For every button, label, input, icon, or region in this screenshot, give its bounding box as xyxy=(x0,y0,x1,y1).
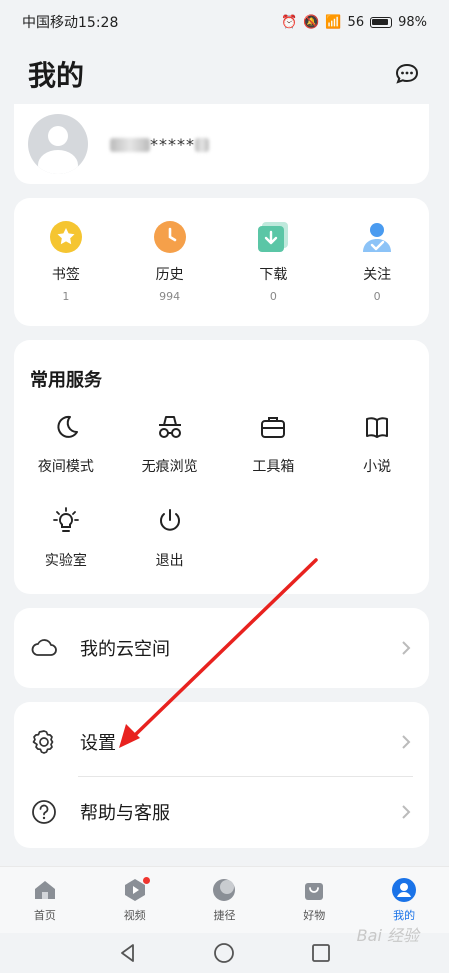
cloud-label: 我的云空间 xyxy=(80,639,170,660)
cloud-icon xyxy=(31,639,57,656)
notification-dot xyxy=(142,877,150,884)
stat-count: 1 xyxy=(62,290,70,303)
settings-row[interactable]: 设置 xyxy=(14,706,429,778)
service-novel[interactable]: 小说 xyxy=(325,412,429,476)
back-icon[interactable] xyxy=(117,942,139,964)
stat-history[interactable]: 历史 994 xyxy=(118,198,222,326)
avatar[interactable] xyxy=(28,114,88,174)
history-clock-icon xyxy=(153,221,186,253)
status-bar: 中国移动15:28 ⏰ 🔕 📶 56 98% xyxy=(0,0,449,44)
chevron-right-icon xyxy=(402,735,411,749)
moon-icon xyxy=(57,415,78,438)
recent-apps-icon[interactable] xyxy=(310,942,332,964)
system-nav-bar xyxy=(0,932,449,973)
home-icon xyxy=(34,881,55,899)
shortcut-icon xyxy=(213,879,236,901)
service-lab[interactable]: 实验室 xyxy=(14,506,118,570)
nav-label: 我的 xyxy=(393,909,416,922)
nav-label: 捷径 xyxy=(213,909,236,922)
incognito-icon xyxy=(158,416,181,438)
username: ***** xyxy=(110,135,209,154)
nav-home[interactable]: 首页 xyxy=(0,867,90,933)
follow-user-icon xyxy=(363,223,392,252)
help-row[interactable]: 帮助与客服 xyxy=(14,776,429,848)
service-toolbox[interactable]: 工具箱 xyxy=(222,412,326,476)
home-circle-icon[interactable] xyxy=(213,942,235,964)
service-exit[interactable]: 退出 xyxy=(118,506,222,570)
book-icon xyxy=(366,417,389,438)
services-grid: 夜间模式 无痕浏览 工具箱 小说 实验室 退出 xyxy=(14,412,429,570)
username-redacted-end xyxy=(195,138,209,152)
service-label: 工具箱 xyxy=(252,459,295,475)
chevron-right-icon xyxy=(402,805,411,819)
bookmark-star-icon xyxy=(49,221,82,253)
nav-video[interactable]: 视频 xyxy=(90,867,180,933)
lightbulb-icon xyxy=(52,507,79,532)
stat-count: 0 xyxy=(269,290,277,303)
toolbox-icon xyxy=(261,417,286,438)
header: 我的 xyxy=(0,44,449,104)
status-icons: ⏰ 🔕 📶 56 98% xyxy=(281,15,427,30)
username-redacted xyxy=(110,138,150,152)
gear-icon xyxy=(32,730,54,754)
nav-shortcut[interactable]: 捷径 xyxy=(180,867,270,933)
mute-icon: 🔕 xyxy=(303,14,320,30)
power-icon xyxy=(159,509,180,531)
stat-label: 下载 xyxy=(259,267,288,283)
chevron-right-icon xyxy=(402,641,411,655)
help-question-icon xyxy=(32,800,56,824)
nav-label: 视频 xyxy=(123,909,146,922)
service-night-mode[interactable]: 夜间模式 xyxy=(14,412,118,476)
profile-card[interactable]: ***** xyxy=(14,104,429,184)
stat-label: 历史 xyxy=(155,267,184,283)
service-label: 无痕浏览 xyxy=(141,459,198,475)
profile-icon xyxy=(392,878,417,902)
shopping-bag-icon xyxy=(305,883,324,900)
section-title: 常用服务 xyxy=(30,370,102,391)
alarm-icon: ⏰ xyxy=(280,14,298,30)
battery-icon xyxy=(370,16,393,28)
service-label: 小说 xyxy=(363,459,392,475)
nav-goods[interactable]: 好物 xyxy=(269,867,359,933)
carrier-time: 中国移动15:28 xyxy=(22,15,119,31)
service-label: 退出 xyxy=(155,553,184,569)
settings-card: 设置 帮助与客服 xyxy=(14,702,429,848)
stat-count: 994 xyxy=(159,290,181,303)
stat-label: 关注 xyxy=(363,267,392,283)
nav-label: 首页 xyxy=(33,909,56,922)
battery-percent: 98% xyxy=(398,14,427,30)
services-card: 常用服务 夜间模式 无痕浏览 工具箱 小说 实验室 退出 xyxy=(14,340,429,594)
cloud-space-row[interactable]: 我的云空间 xyxy=(14,608,429,688)
stat-downloads[interactable]: 下载 0 xyxy=(222,198,326,326)
service-incognito[interactable]: 无痕浏览 xyxy=(118,412,222,476)
download-icon xyxy=(258,222,289,252)
service-label: 实验室 xyxy=(44,553,87,569)
stats-card: 书签 1 历史 994 下载 0 关注 0 xyxy=(14,198,429,326)
stat-bookmarks[interactable]: 书签 1 xyxy=(14,198,118,326)
chat-bubble-icon[interactable] xyxy=(393,60,421,88)
page-title: 我的 xyxy=(28,59,85,92)
wifi-icon: 📶 xyxy=(325,14,342,30)
nav-label: 好物 xyxy=(303,909,326,922)
stat-label: 书签 xyxy=(51,267,80,283)
username-text: ***** xyxy=(150,134,195,154)
help-label: 帮助与客服 xyxy=(80,803,170,824)
stat-following[interactable]: 关注 0 xyxy=(325,198,429,326)
service-label: 夜间模式 xyxy=(37,459,94,475)
network-type: 56 xyxy=(347,14,365,30)
stat-count: 0 xyxy=(373,290,381,303)
settings-label: 设置 xyxy=(80,733,116,754)
